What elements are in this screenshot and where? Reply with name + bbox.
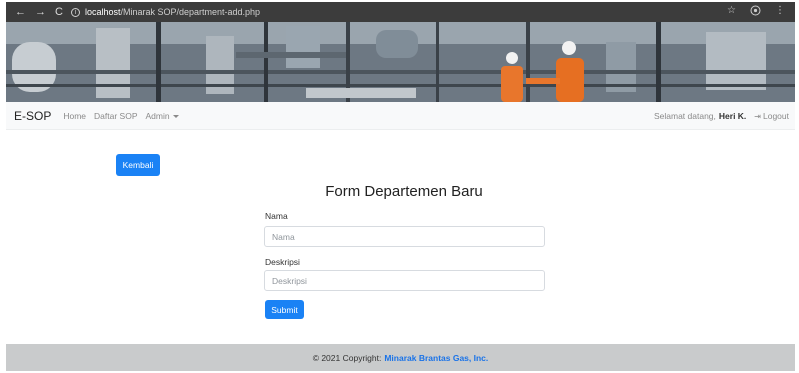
- browser-menu-icon[interactable]: ⋮: [775, 5, 785, 19]
- back-arrow-icon[interactable]: ←: [15, 6, 26, 18]
- url-path: /Minarak SOP/department-add.php: [120, 7, 261, 17]
- nav-home[interactable]: Home: [63, 111, 86, 121]
- submit-button[interactable]: Submit: [265, 300, 304, 319]
- reload-icon[interactable]: C: [55, 6, 63, 18]
- info-icon[interactable]: i: [70, 7, 80, 17]
- back-button[interactable]: Kembali: [116, 154, 160, 176]
- description-input[interactable]: Deskripsi: [264, 270, 545, 291]
- greeting-text: Selamat datang,: [653, 110, 716, 121]
- logout-link[interactable]: ⇥ Logout: [754, 111, 789, 121]
- user-name: Heri K.: [718, 110, 747, 121]
- description-label: Deskripsi: [265, 257, 300, 267]
- bookmark-star-icon[interactable]: ☆: [727, 5, 736, 19]
- caret-down-icon: [172, 114, 179, 118]
- url-host: localhost: [84, 7, 121, 17]
- header-banner-image: [6, 22, 795, 102]
- footer: © 2021 Copyright: Minarak Brantas Gas, I…: [6, 344, 795, 371]
- name-input[interactable]: Nama: [264, 226, 545, 247]
- top-navbar: E-SOP Home Daftar SOP Admin Selamat data…: [6, 102, 795, 130]
- form-title: Form Departemen Baru: [325, 183, 483, 200]
- extension-icon[interactable]: [750, 5, 761, 19]
- footer-copyright: © 2021 Copyright:: [312, 352, 382, 363]
- nav-admin-label: Admin: [145, 110, 170, 121]
- browser-toolbar: ← → C i localhost /Minarak SOP/departmen…: [6, 2, 795, 22]
- logout-label: Logout: [763, 110, 789, 121]
- forward-arrow-icon[interactable]: →: [35, 6, 46, 18]
- brand-logo[interactable]: E-SOP: [14, 109, 51, 123]
- logout-icon: ⇥: [754, 111, 761, 121]
- address-bar[interactable]: i localhost /Minarak SOP/department-add.…: [70, 7, 261, 17]
- footer-company-link[interactable]: Minarak Brantas Gas, Inc.: [384, 353, 488, 363]
- nav-admin-dropdown[interactable]: Admin: [146, 111, 179, 121]
- name-label: Nama: [265, 211, 288, 221]
- nav-daftar-sop[interactable]: Daftar SOP: [94, 111, 137, 121]
